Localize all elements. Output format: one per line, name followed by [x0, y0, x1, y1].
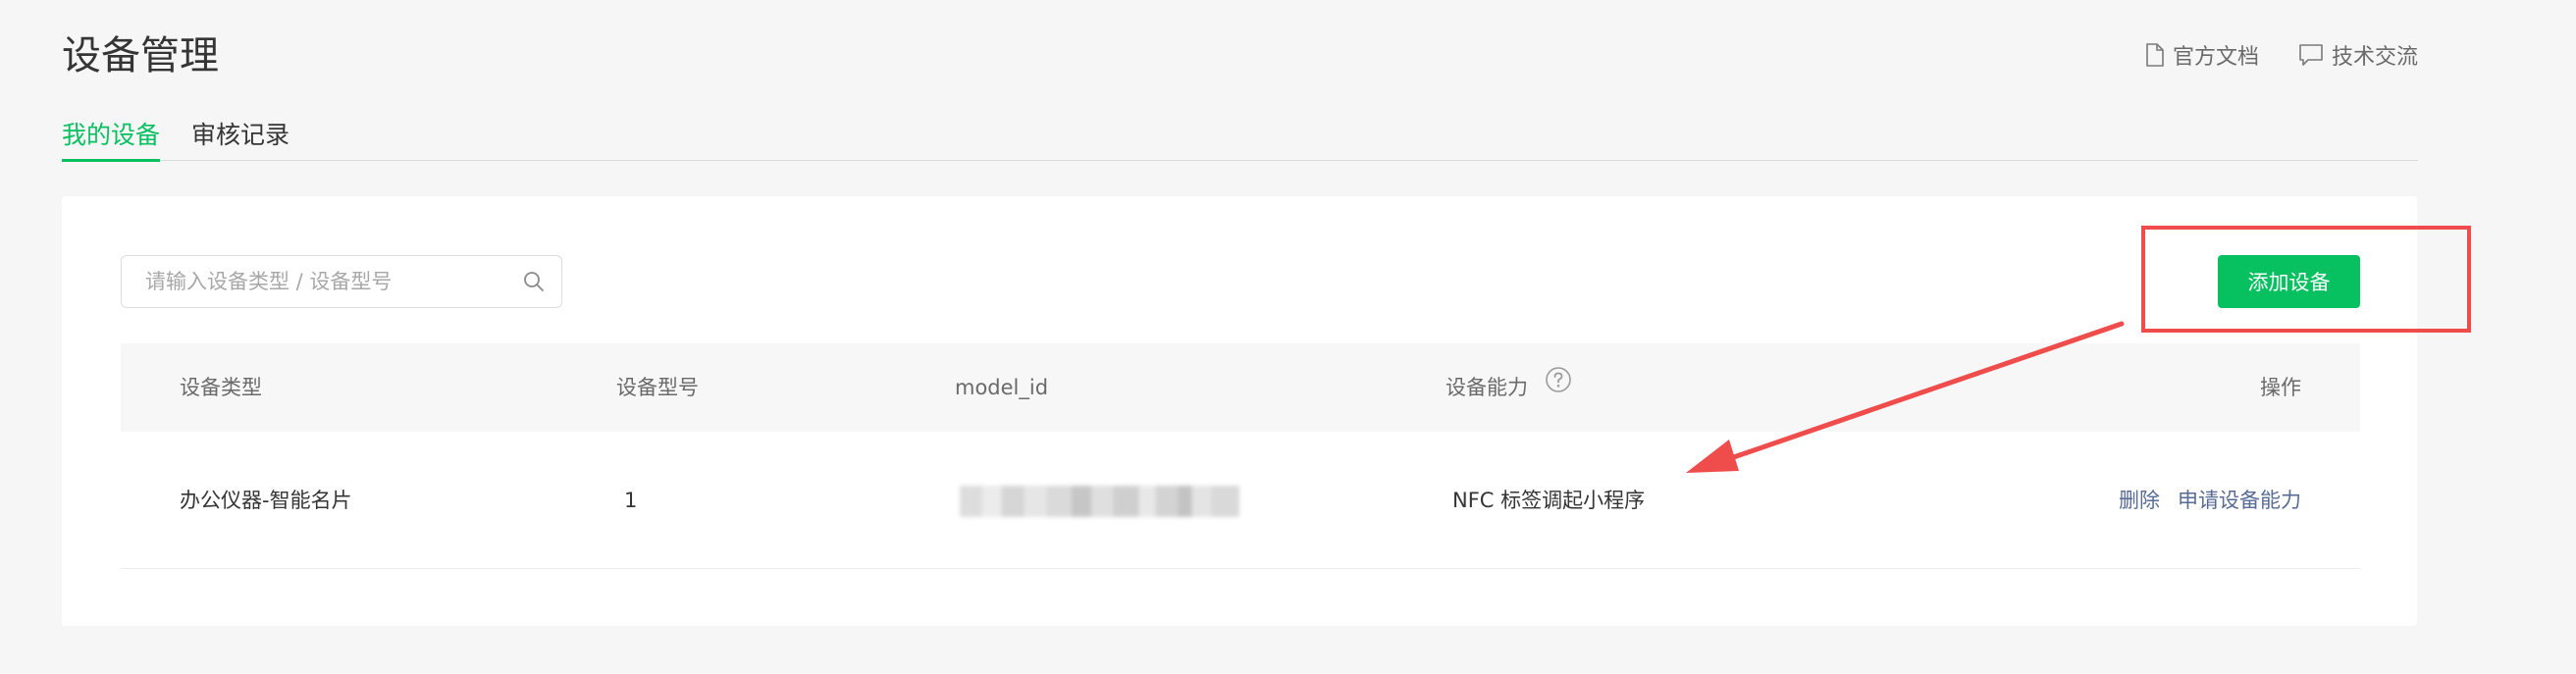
add-device-button[interactable]: 添加设备 [2218, 255, 2360, 308]
header-device-type: 设备类型 [180, 376, 262, 399]
header-model-id: model_id [955, 376, 1049, 399]
tab-my-devices[interactable]: 我的设备 [62, 116, 161, 162]
official-docs-link[interactable]: 官方文档 [2145, 39, 2259, 71]
header-links: 官方文档 技术交流 [2145, 39, 2418, 71]
document-icon [2145, 43, 2165, 67]
header-device-capability-label: 设备能力 [1446, 376, 1528, 399]
tab-bar: 我的设备 审核记录 [62, 116, 2418, 162]
device-table: 设备类型 设备型号 model_id 设备能力 操作 办公仪器-智能名片 1 N… [121, 343, 2360, 569]
header-device-model: 设备型号 [616, 376, 699, 399]
search-input[interactable] [122, 256, 504, 307]
table-row: 办公仪器-智能名片 1 NFC 标签调起小程序 删除 申请设备能力 [121, 432, 2360, 569]
chat-bubble-icon [2298, 43, 2324, 67]
search-box [121, 255, 562, 308]
delete-link[interactable]: 删除 [2119, 432, 2160, 569]
search-icon[interactable] [522, 270, 546, 297]
cell-device-capability: NFC 标签调起小程序 [1452, 489, 1646, 512]
official-docs-label: 官方文档 [2172, 45, 2259, 70]
cell-device-type: 办公仪器-智能名片 [180, 489, 352, 512]
blurred-model-id [960, 486, 1239, 517]
row-actions: 删除 申请设备能力 [2119, 432, 2301, 569]
tab-review-records[interactable]: 审核记录 [191, 116, 289, 159]
tech-exchange-label: 技术交流 [2331, 45, 2418, 70]
table-header: 设备类型 设备型号 model_id 设备能力 操作 [121, 343, 2360, 432]
question-circle-icon[interactable] [1545, 342, 1572, 431]
page-title: 设备管理 [62, 33, 219, 78]
tech-exchange-link[interactable]: 技术交流 [2298, 39, 2418, 71]
device-card: 添加设备 设备类型 设备型号 model_id 设备能力 操作 办公仪器-智能名… [62, 196, 2471, 626]
header-actions: 操作 [2260, 376, 2301, 399]
cell-device-model: 1 [624, 489, 638, 512]
apply-capability-link[interactable]: 申请设备能力 [2178, 432, 2301, 569]
header-device-capability: 设备能力 [1446, 343, 1572, 432]
